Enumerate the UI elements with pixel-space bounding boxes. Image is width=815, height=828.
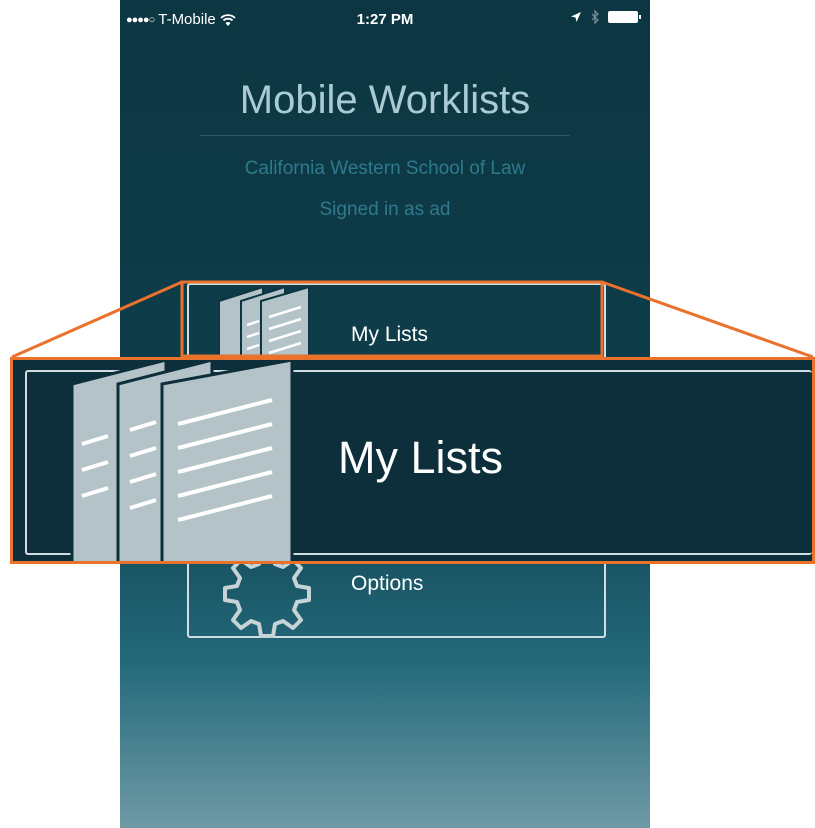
my-lists-label: My Lists (351, 323, 429, 346)
bluetooth-icon (591, 10, 599, 24)
status-bar: ●●●●○ T-Mobile 1:27 PM (120, 0, 650, 40)
documents-icon-zoomed (70, 360, 294, 561)
organization-name: California Western School of Law (244, 158, 526, 179)
options-label: Options (351, 572, 424, 595)
location-arrow-icon (571, 12, 581, 22)
status-right (570, 10, 641, 24)
zoom-panel: My Lists (10, 357, 815, 564)
title-divider (200, 135, 570, 136)
zoom-my-lists-label: My Lists (338, 432, 504, 483)
options-button[interactable]: Options (187, 550, 606, 638)
app-title: Mobile Worklists (239, 78, 531, 122)
signed-in-status: Signed in as ad (319, 199, 451, 220)
battery-icon (608, 11, 641, 23)
